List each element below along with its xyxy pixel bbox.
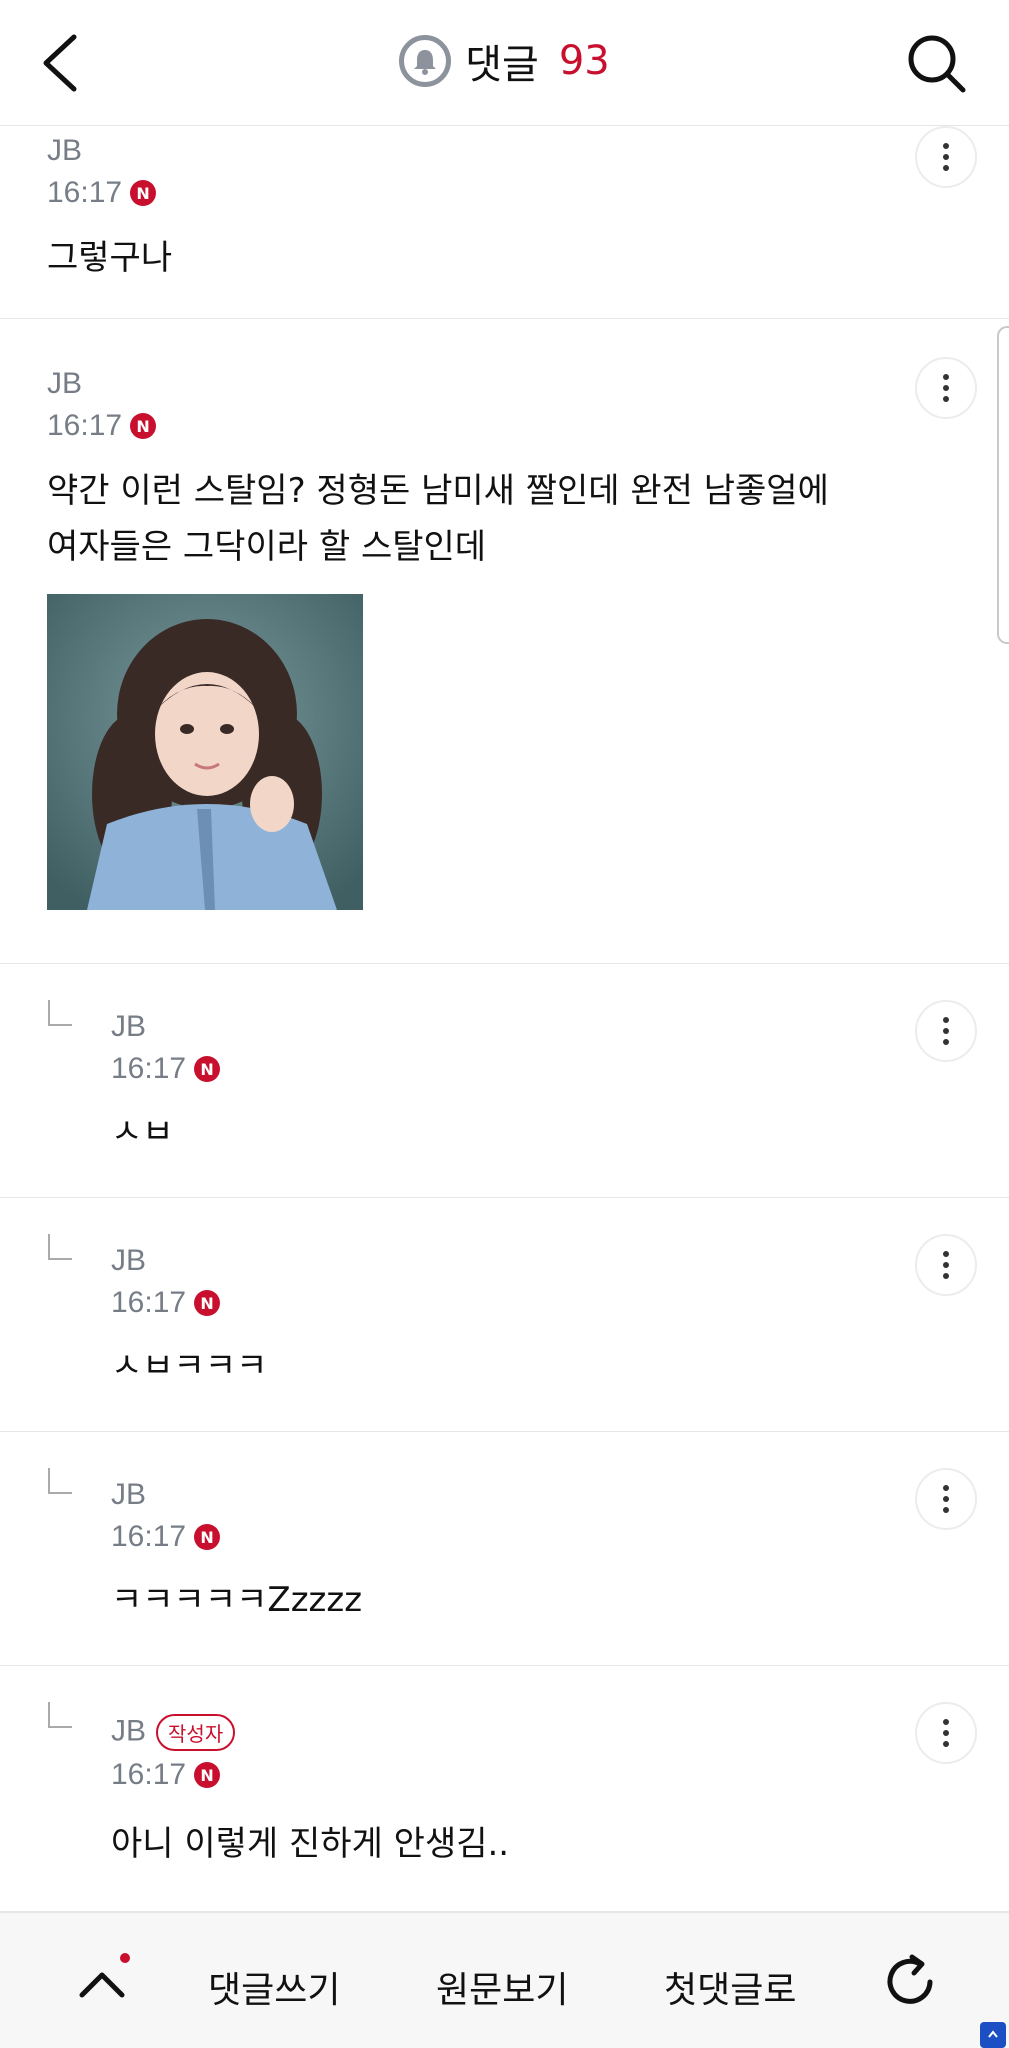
reply-indicator-icon: [48, 1000, 72, 1026]
comment-time: 16:17 N: [47, 176, 157, 210]
comment-attached-image[interactable]: [47, 594, 363, 910]
comment-author[interactable]: JB: [111, 1714, 146, 1747]
comment-text: ㅅㅂㅋㅋㅋ: [111, 1346, 268, 1386]
new-badge: N: [194, 1056, 221, 1082]
comment-text-line: 약간 이런 스탈임? 정형돈 남미새 짤인데 완전 남좋얼에: [47, 471, 829, 511]
view-original-button[interactable]: 원문보기: [436, 1961, 568, 2013]
time-text: 16:17: [111, 1520, 187, 1553]
more-options-button[interactable]: [915, 1468, 977, 1530]
new-badge: N: [194, 1290, 221, 1316]
corner-app-icon[interactable]: [980, 2022, 1006, 2048]
comment-text: 아니 이렇게 진하게 안생김..: [111, 1824, 510, 1864]
more-options-button[interactable]: [915, 1234, 977, 1296]
more-options-button[interactable]: [915, 1000, 977, 1062]
comment-author[interactable]: JB: [47, 134, 82, 168]
more-vertical-icon: [943, 1017, 949, 1023]
time-text: 16:17: [47, 409, 123, 442]
comment-text: ㅋㅋㅋㅋㅋZzzzz: [111, 1580, 363, 1620]
new-badge: N: [130, 413, 157, 439]
post-author-badge: 작성자: [156, 1714, 236, 1751]
comment-author[interactable]: JB: [111, 1478, 146, 1512]
search-button[interactable]: [905, 32, 969, 96]
comment-author-row: JB 작성자: [111, 1714, 236, 1751]
new-badge: N: [194, 1762, 221, 1788]
more-options-button[interactable]: [915, 1702, 977, 1764]
reply-item: JB 16:17 N ㅅㅂ: [0, 964, 1009, 1198]
comment-author[interactable]: JB: [111, 1244, 146, 1278]
refresh-icon: [887, 1954, 933, 2004]
first-comment-button[interactable]: 첫댓글로: [664, 1961, 796, 2013]
comment-time: 16:17 N: [47, 409, 157, 443]
reply-item: JB 작성자 16:17 N 아니 이렇게 진하게 안생김..: [0, 1666, 1009, 1912]
reply-item: JB 16:17 N ㅋㅋㅋㅋㅋZzzzz: [0, 1432, 1009, 1666]
comment-time: 16:17 N: [111, 1052, 221, 1086]
comment-text: 그렇구나: [47, 238, 173, 278]
reply-item: JB 16:17 N ㅅㅂㅋㅋㅋ: [0, 1198, 1009, 1432]
more-vertical-icon: [943, 1485, 949, 1491]
new-badge: N: [130, 180, 157, 206]
time-text: 16:17: [111, 1758, 187, 1791]
more-vertical-icon: [943, 1719, 949, 1725]
write-comment-button[interactable]: 댓글쓰기: [208, 1961, 340, 2013]
comment-author[interactable]: JB: [111, 1010, 146, 1044]
more-vertical-icon: [943, 143, 949, 149]
notification-dot: [120, 1953, 130, 1963]
search-icon: [908, 35, 966, 93]
more-options-button[interactable]: [915, 126, 977, 188]
comment-time: 16:17 N: [111, 1758, 221, 1792]
bell-icon[interactable]: [399, 35, 452, 87]
top-header: 댓글 93: [0, 0, 1009, 126]
more-vertical-icon: [943, 374, 949, 380]
time-text: 16:17: [111, 1286, 187, 1319]
new-badge: N: [194, 1524, 221, 1550]
bottom-toolbar: 댓글쓰기 원문보기 첫댓글로: [0, 1912, 1009, 2048]
comment-text-line: 여자들은 그닥이라 할 스탈인데: [47, 527, 487, 567]
comment-time: 16:17 N: [111, 1520, 221, 1554]
comment-text: ㅅㅂ: [111, 1112, 174, 1152]
reply-indicator-icon: [48, 1468, 72, 1494]
time-text: 16:17: [111, 1052, 187, 1085]
scroll-indicator[interactable]: [997, 326, 1009, 644]
time-text: 16:17: [47, 176, 123, 209]
header-title-group: 댓글 93: [0, 32, 1009, 90]
page-title: 댓글: [465, 42, 539, 88]
more-options-button[interactable]: [915, 357, 977, 419]
more-vertical-icon: [943, 1251, 949, 1257]
reply-indicator-icon: [48, 1702, 72, 1728]
comment-author[interactable]: JB: [47, 367, 82, 401]
reply-indicator-icon: [48, 1234, 72, 1260]
comment-time: 16:17 N: [111, 1286, 221, 1320]
refresh-button[interactable]: [880, 1951, 942, 2013]
comment-count: 93: [558, 38, 610, 84]
comment-item: JB 16:17 N 그렇구나: [0, 126, 1009, 319]
